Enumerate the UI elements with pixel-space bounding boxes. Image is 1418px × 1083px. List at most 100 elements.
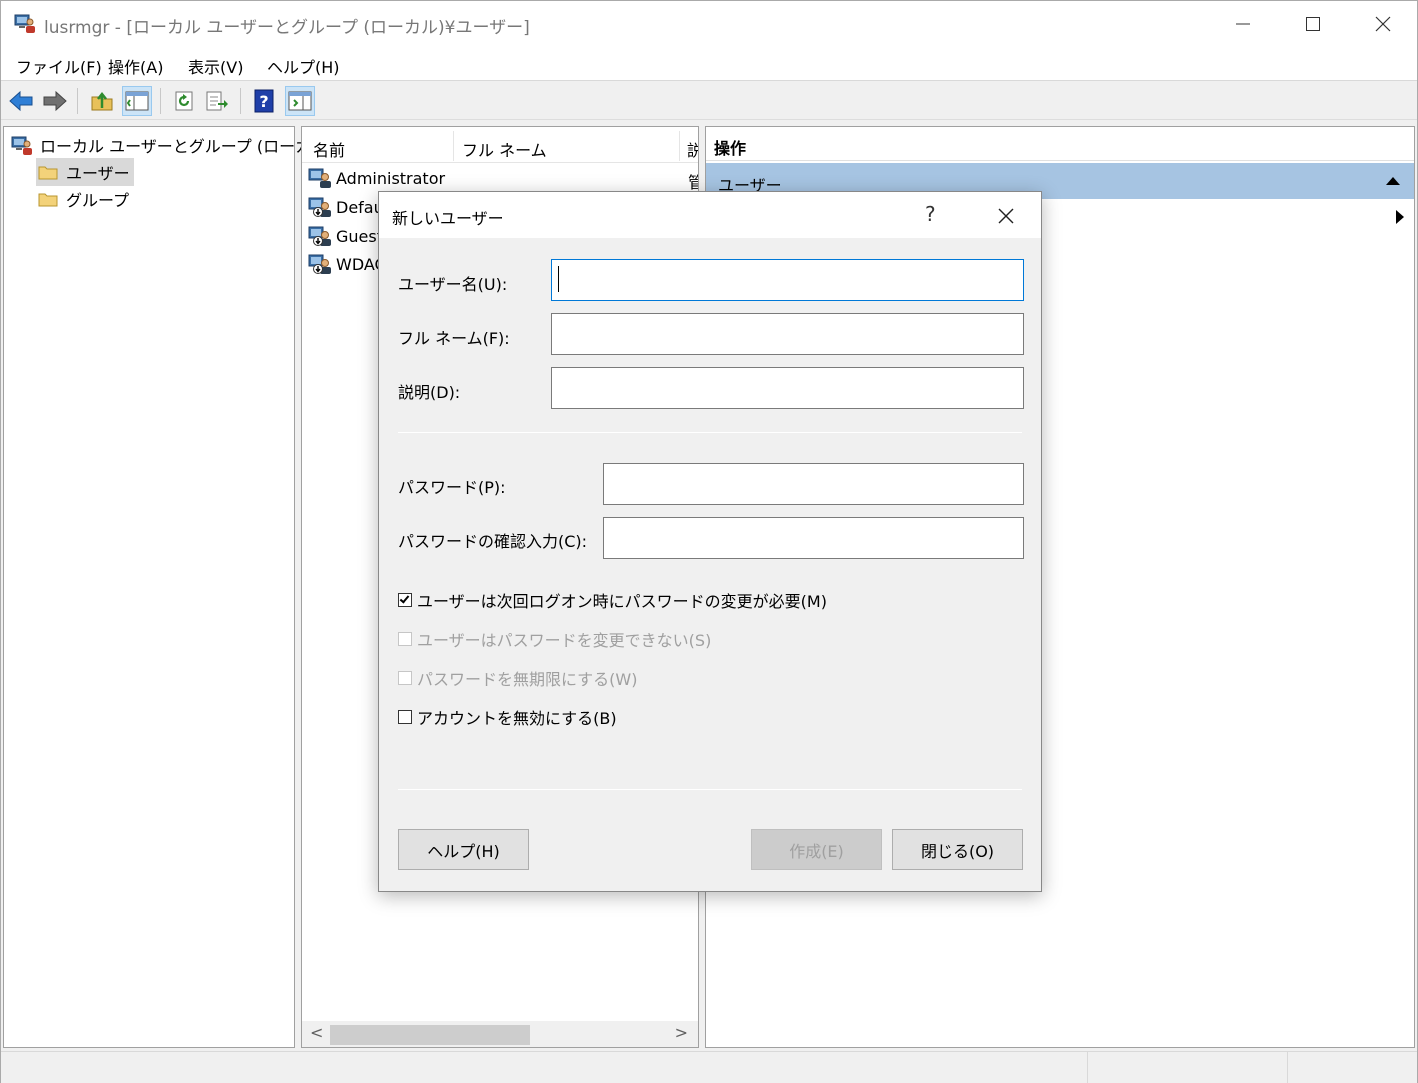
checkbox-must-change-password[interactable]: ユーザーは次回ログオン時にパスワードの変更が必要(M) — [398, 588, 827, 612]
menu-bar: ファイル(F) 操作(A) 表示(V) ヘルプ(H) — [1, 47, 1417, 81]
column-header-description[interactable]: 説 — [687, 137, 698, 161]
username-label: ユーザー名(U): — [398, 275, 508, 294]
back-icon — [9, 90, 33, 112]
checkbox-label: ユーザーは次回ログオン時にパスワードの変更が必要(M) — [417, 592, 827, 611]
description-input[interactable] — [551, 367, 1024, 409]
list-item[interactable]: Guest — [308, 225, 383, 247]
new-user-dialog: 新しいユーザー ? ユーザー名(U): フル ネーム(F): 説明(D): パス… — [378, 191, 1042, 892]
checkbox-label: ユーザーはパスワードを変更できない(S) — [417, 631, 712, 650]
list-item[interactable]: Defau — [308, 196, 384, 218]
scroll-right-arrow[interactable]: > — [675, 1023, 688, 1042]
refresh-icon — [175, 91, 193, 111]
show-hide-action-pane-icon — [288, 91, 312, 111]
maximize-icon — [1306, 17, 1320, 31]
dialog-help-icon[interactable]: ? — [925, 202, 936, 226]
checkbox-label: アカウントを無効にする(B) — [417, 709, 617, 728]
tree-item-groups[interactable]: グループ — [36, 185, 133, 213]
menu-file[interactable]: ファイル(F) — [16, 54, 102, 78]
checkmark-icon — [399, 593, 410, 604]
tree-item-users-label: ユーザー — [66, 164, 130, 183]
password-label: パスワード(P): — [398, 478, 506, 497]
checkbox[interactable] — [398, 593, 412, 607]
back-button[interactable] — [6, 86, 36, 116]
tree-item-users[interactable]: ユーザー — [36, 158, 134, 186]
description-label: 説明(D): — [398, 383, 461, 402]
checkbox[interactable] — [398, 710, 412, 724]
checkbox[interactable] — [398, 632, 412, 646]
computer-users-icon — [11, 136, 32, 155]
user-name: Guest — [336, 226, 383, 246]
fullname-input[interactable] — [551, 313, 1024, 355]
confirm-password-label: パスワードの確認入力(C): — [398, 532, 588, 551]
status-separator — [1287, 1052, 1288, 1083]
show-hide-action-pane-button[interactable] — [285, 86, 315, 116]
help-button[interactable]: ヘルプ(H) — [398, 829, 529, 870]
dialog-title: 新しいユーザー — [392, 209, 504, 228]
folder-icon — [38, 193, 58, 207]
close-icon — [998, 208, 1014, 224]
menu-help[interactable]: ヘルプ(H) — [267, 54, 340, 78]
checkbox-password-never-expires[interactable]: パスワードを無期限にする(W) — [398, 666, 637, 690]
create-button[interactable]: 作成(E) — [751, 829, 882, 870]
close-icon — [1375, 16, 1391, 32]
checkbox-account-disabled[interactable]: アカウントを無効にする(B) — [398, 705, 617, 729]
menu-action[interactable]: 操作(A) — [108, 54, 163, 78]
close-window-button[interactable] — [1348, 1, 1418, 47]
title-bar: lusrmgr - [ローカル ユーザーとグループ (ローカル)¥ユーザー] — [1, 1, 1417, 47]
show-hide-tree-icon — [125, 91, 149, 111]
username-input[interactable] — [551, 259, 1024, 301]
up-folder-icon — [91, 91, 113, 111]
tree-root-local-users-groups[interactable]: ローカル ユーザーとグループ (ローカル) — [10, 133, 333, 157]
maximize-button[interactable] — [1278, 1, 1348, 47]
confirm-password-input[interactable] — [603, 517, 1024, 559]
folder-icon — [38, 166, 58, 180]
column-separator[interactable] — [453, 131, 454, 161]
action-pane-title: 操作 — [706, 127, 1414, 161]
dialog-title-bar: 新しいユーザー ? — [379, 192, 1041, 238]
disabled-user-account-icon — [308, 197, 331, 217]
column-header-name[interactable]: 名前 — [313, 137, 345, 161]
export-list-button[interactable] — [202, 86, 232, 116]
help-button[interactable]: ? — [249, 86, 279, 116]
fullname-label: フル ネーム(F): — [398, 329, 510, 348]
up-one-level-button[interactable] — [87, 86, 117, 116]
list-header: 名前 フル ネーム 説 — [302, 127, 698, 163]
console-tree-pane: ローカル ユーザーとグループ (ローカル) ユーザー グループ — [3, 126, 333, 1048]
user-account-icon — [308, 168, 331, 188]
toolbar-separator — [240, 88, 241, 114]
checkbox[interactable] — [398, 671, 412, 685]
forward-button[interactable] — [40, 86, 70, 116]
column-separator[interactable] — [679, 131, 680, 161]
tree-item-groups-label: グループ — [66, 191, 130, 210]
scrollbar-thumb[interactable] — [330, 1025, 530, 1045]
close-button[interactable]: 閉じる(O) — [892, 829, 1023, 870]
dialog-divider — [398, 789, 1022, 790]
user-name: Defau — [336, 197, 384, 217]
disabled-user-account-icon — [308, 226, 331, 246]
more-actions-arrow-icon[interactable] — [1396, 210, 1404, 224]
scroll-left-arrow[interactable]: < — [310, 1023, 323, 1042]
checkbox-label: パスワードを無期限にする(W) — [417, 670, 638, 689]
toolbar: ? — [1, 82, 1417, 120]
horizontal-scrollbar[interactable]: < > — [302, 1021, 698, 1047]
show-hide-tree-button[interactable] — [122, 86, 152, 116]
list-item[interactable]: WDAG — [308, 253, 387, 275]
menu-view[interactable]: 表示(V) — [188, 54, 243, 78]
dialog-close-button[interactable] — [993, 204, 1019, 228]
checkbox-cannot-change-password[interactable]: ユーザーはパスワードを変更できない(S) — [398, 627, 711, 651]
disabled-user-account-icon — [308, 254, 331, 274]
minimize-icon — [1236, 23, 1250, 25]
password-input[interactable] — [603, 463, 1024, 505]
forward-icon — [43, 90, 67, 112]
collapse-arrow-icon[interactable] — [1386, 177, 1400, 185]
computer-users-icon — [14, 14, 35, 33]
user-description: 管 — [688, 173, 698, 192]
minimize-button[interactable] — [1208, 1, 1278, 47]
refresh-button[interactable] — [169, 86, 199, 116]
column-header-fullname[interactable]: フル ネーム — [462, 137, 547, 161]
user-name: Administrator — [336, 168, 446, 188]
export-list-icon — [206, 91, 228, 111]
tree-root-label: ローカル ユーザーとグループ (ローカル) — [40, 137, 334, 156]
status-bar — [1, 1051, 1417, 1083]
list-item[interactable]: Administrator — [308, 167, 445, 189]
